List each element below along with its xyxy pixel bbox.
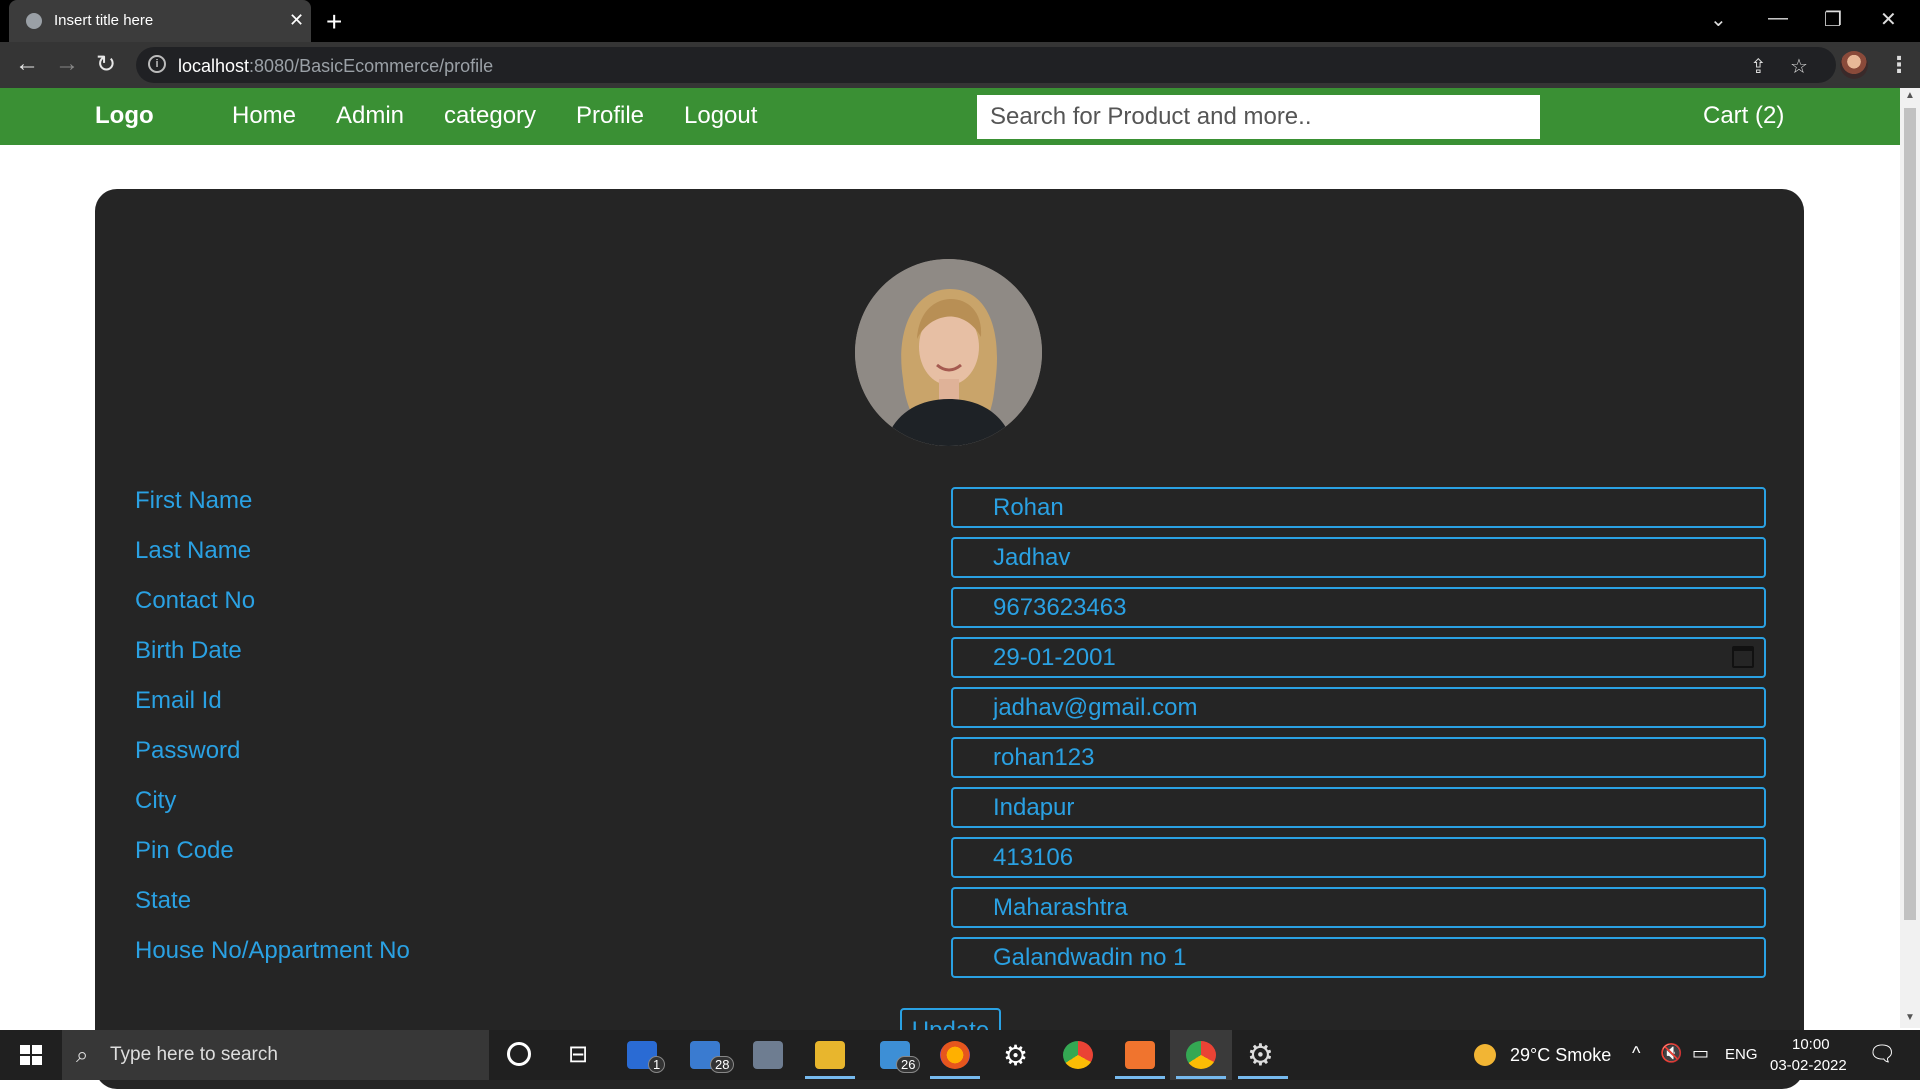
reload-icon[interactable]: ↻ bbox=[96, 50, 116, 79]
weather-text[interactable]: 29°C Smoke bbox=[1510, 1045, 1611, 1066]
tab-search-chevron-icon[interactable]: ⌄ bbox=[1710, 7, 1727, 32]
browser-profile-avatar[interactable] bbox=[1840, 51, 1868, 79]
last-name-field[interactable] bbox=[951, 537, 1766, 578]
chrome-icon[interactable] bbox=[1063, 1041, 1093, 1069]
app-badge: 1 bbox=[648, 1056, 666, 1073]
contact-no-field[interactable] bbox=[951, 587, 1766, 628]
back-arrow-icon[interactable]: ← bbox=[15, 50, 39, 78]
profile-photo bbox=[855, 259, 1042, 446]
city-label: City bbox=[135, 787, 177, 814]
nav-link-category[interactable]: category bbox=[444, 102, 536, 130]
app-badge-2: 26 bbox=[896, 1056, 921, 1073]
first-name-field[interactable] bbox=[951, 487, 1766, 528]
pin-code-field[interactable] bbox=[951, 837, 1766, 878]
settings-gear-icon[interactable]: ⚙ bbox=[1003, 1039, 1028, 1072]
taskbar-search-box[interactable]: ⌕ Type here to search bbox=[62, 1030, 489, 1080]
nav-link-admin[interactable]: Admin bbox=[336, 102, 404, 130]
clock-date[interactable]: 03-02-2022 bbox=[1770, 1057, 1847, 1074]
running-indicator bbox=[1176, 1076, 1226, 1079]
city-field[interactable] bbox=[951, 787, 1766, 828]
state-label: State bbox=[135, 887, 192, 914]
clock-time[interactable]: 10:00 bbox=[1792, 1036, 1830, 1053]
pin-code-label: Pin Code bbox=[135, 837, 234, 864]
url-text: localhost:8080/BasicEcommerce/profile bbox=[178, 56, 494, 76]
nav-link-logout[interactable]: Logout bbox=[684, 102, 757, 130]
weather-icon[interactable] bbox=[1474, 1044, 1496, 1066]
birth-date-field[interactable] bbox=[951, 637, 1766, 678]
chevron-up-icon[interactable]: ^ bbox=[1632, 1043, 1640, 1064]
scroll-up-arrow-icon[interactable]: ▲ bbox=[1905, 90, 1915, 101]
language-indicator[interactable]: ENG bbox=[1725, 1046, 1758, 1063]
cart-link[interactable]: Cart (2) bbox=[1703, 102, 1784, 130]
email-field[interactable] bbox=[951, 687, 1766, 728]
password-field[interactable] bbox=[951, 737, 1766, 778]
page-scrollbar[interactable]: ▲ ▼ bbox=[1900, 88, 1920, 1028]
camera-icon[interactable] bbox=[753, 1041, 783, 1069]
minimize-icon[interactable]: — bbox=[1768, 7, 1788, 30]
birth-date-label: Birth Date bbox=[135, 637, 242, 664]
xampp-icon[interactable] bbox=[1125, 1041, 1155, 1069]
close-window-icon[interactable]: ✕ bbox=[1880, 7, 1897, 32]
chrome-active-icon[interactable] bbox=[1186, 1041, 1216, 1069]
windows-taskbar: ⌕ Type here to search ⊟ 1 28 26 ⚙ ⚙ 29°C… bbox=[0, 1030, 1920, 1080]
nav-link-profile[interactable]: Profile bbox=[576, 102, 644, 130]
task-view-icon[interactable]: ⊟ bbox=[568, 1040, 588, 1069]
scroll-down-arrow-icon[interactable]: ▼ bbox=[1905, 1012, 1915, 1023]
forward-arrow-icon[interactable]: → bbox=[55, 50, 79, 78]
globe-icon bbox=[26, 13, 42, 29]
share-icon[interactable]: ⇪ bbox=[1750, 54, 1767, 79]
state-field[interactable] bbox=[951, 887, 1766, 928]
password-label: Password bbox=[135, 737, 241, 764]
house-no-field[interactable] bbox=[951, 937, 1766, 978]
gear-app-icon[interactable]: ⚙ bbox=[1247, 1038, 1274, 1073]
last-name-label: Last Name bbox=[135, 537, 252, 564]
mail-badge: 28 bbox=[710, 1056, 735, 1073]
speaker-muted-icon[interactable]: 🔇 bbox=[1660, 1043, 1682, 1064]
site-logo[interactable]: Logo bbox=[95, 102, 154, 130]
close-tab-icon[interactable]: ✕ bbox=[289, 10, 304, 31]
running-indicator bbox=[1238, 1076, 1288, 1079]
restore-icon[interactable]: ❐ bbox=[1824, 7, 1842, 32]
running-indicator bbox=[930, 1076, 980, 1079]
browser-menu-icon[interactable]: ⋮ bbox=[1888, 52, 1910, 78]
browser-tab[interactable]: Insert title here ✕ bbox=[9, 0, 311, 42]
address-bar[interactable]: i localhost:8080/BasicEcommerce/profile … bbox=[136, 47, 1836, 83]
search-icon: ⌕ bbox=[76, 1042, 89, 1067]
house-no-label: House No/Appartment No bbox=[135, 937, 410, 964]
tab-title: Insert title here bbox=[54, 12, 154, 29]
browser-tab-strip: Insert title here ✕ + ⌄ — ❐ ✕ bbox=[0, 0, 1920, 42]
taskbar-search-placeholder: Type here to search bbox=[110, 1044, 278, 1065]
nav-link-home[interactable]: Home bbox=[232, 102, 296, 130]
scrollbar-thumb[interactable] bbox=[1904, 108, 1916, 920]
notifications-icon[interactable]: 🗨 bbox=[1868, 1041, 1896, 1067]
site-navbar: Logo Home Admin category Profile Logout … bbox=[0, 88, 1900, 145]
calendar-icon[interactable] bbox=[1732, 646, 1754, 668]
file-explorer-icon[interactable] bbox=[815, 1041, 845, 1069]
running-indicator bbox=[805, 1076, 855, 1079]
first-name-label: First Name bbox=[135, 487, 253, 514]
new-tab-button[interactable]: + bbox=[326, 6, 342, 38]
battery-icon[interactable]: ▭ bbox=[1692, 1043, 1709, 1064]
site-info-icon[interactable]: i bbox=[148, 55, 166, 73]
running-indicator bbox=[1115, 1076, 1165, 1079]
product-search-input[interactable] bbox=[977, 95, 1540, 139]
email-id-label: Email Id bbox=[135, 687, 222, 714]
browser-toolbar: ← → ↻ i localhost:8080/BasicEcommerce/pr… bbox=[0, 42, 1920, 88]
windows-start-icon[interactable] bbox=[20, 1045, 42, 1065]
contact-no-label: Contact No bbox=[135, 587, 256, 614]
bookmark-star-icon[interactable]: ☆ bbox=[1790, 54, 1808, 79]
cortana-icon[interactable] bbox=[507, 1042, 531, 1066]
firefox-icon[interactable] bbox=[940, 1041, 970, 1069]
profile-card: First Name Last Name Contact No Birth Da… bbox=[95, 189, 1804, 1089]
